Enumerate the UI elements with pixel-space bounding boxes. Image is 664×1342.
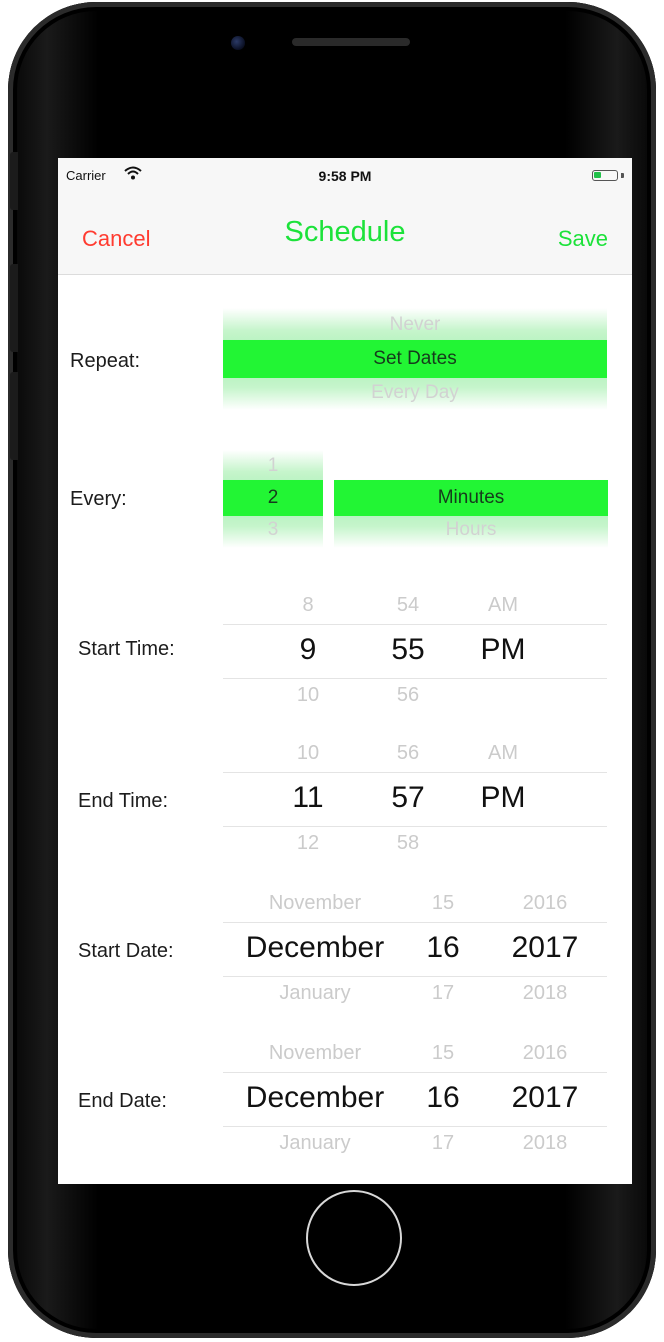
battery-level: [594, 172, 601, 178]
start-date-label: Start Date:: [78, 940, 174, 962]
end-month-below[interactable]: January: [227, 1132, 403, 1155]
status-bar: Carrier 9:58 PM: [58, 158, 632, 198]
repeat-option-selected[interactable]: Set Dates: [223, 340, 607, 378]
end-year-below[interactable]: 2018: [495, 1132, 595, 1155]
start-time-picker[interactable]: 8 9 10 54 55 56 AM PM: [223, 588, 607, 712]
front-camera: [231, 36, 245, 50]
every-number-above[interactable]: 1: [223, 454, 323, 478]
end-time-label: End Time:: [78, 790, 169, 812]
every-number-picker[interactable]: 1 2 3: [223, 450, 323, 548]
end-year-selected[interactable]: 2017: [495, 1081, 595, 1115]
end-date-picker[interactable]: November December January 15 16 17 2016 …: [223, 1036, 607, 1160]
end-day-below[interactable]: 17: [413, 1132, 473, 1155]
start-day-selected[interactable]: 16: [413, 931, 473, 965]
start-date-picker[interactable]: November December January 15 16 17 2016 …: [223, 886, 607, 1010]
repeat-label: Repeat:: [70, 350, 141, 372]
start-period-above[interactable]: AM: [463, 594, 543, 617]
selection-line-top: [223, 922, 607, 923]
selection-line-top: [223, 624, 607, 625]
end-time-picker[interactable]: 10 11 12 56 57 58 AM PM: [223, 736, 607, 860]
end-minute-selected[interactable]: 57: [373, 781, 443, 815]
end-day-above[interactable]: 15: [413, 1042, 473, 1065]
end-day-selected[interactable]: 16: [413, 1081, 473, 1115]
battery-icon: [592, 170, 618, 181]
end-minute-above[interactable]: 56: [373, 742, 443, 765]
every-unit-selected[interactable]: Minutes: [334, 480, 608, 516]
repeat-option-below[interactable]: Every Day: [223, 380, 607, 406]
end-year-above[interactable]: 2016: [495, 1042, 595, 1065]
end-hour-selected[interactable]: 11: [273, 781, 343, 815]
selection-line-bottom: [223, 826, 607, 827]
selection-line-bottom: [223, 678, 607, 679]
battery-cap: [621, 173, 624, 178]
start-hour-above[interactable]: 8: [273, 594, 343, 617]
end-date-label: End Date:: [78, 1090, 167, 1112]
start-period-selected[interactable]: PM: [463, 633, 543, 667]
app-screen: Carrier 9:58 PM Cancel Schedule Save Rep…: [58, 158, 632, 1184]
repeat-picker[interactable]: Never Set Dates Every Day: [223, 308, 607, 410]
home-button[interactable]: [306, 1190, 402, 1286]
every-unit-picker[interactable]: Minutes Hours: [334, 450, 608, 548]
end-hour-below[interactable]: 12: [273, 832, 343, 855]
selection-line-bottom: [223, 1126, 607, 1127]
start-day-above[interactable]: 15: [413, 892, 473, 915]
start-year-above[interactable]: 2016: [495, 892, 595, 915]
start-year-below[interactable]: 2018: [495, 982, 595, 1005]
end-period-above[interactable]: AM: [463, 742, 543, 765]
start-minute-above[interactable]: 54: [373, 594, 443, 617]
page-title: Schedule: [284, 216, 406, 248]
end-hour-above[interactable]: 10: [273, 742, 343, 765]
selection-line-top: [223, 772, 607, 773]
volume-up-button: [10, 264, 18, 352]
start-month-above[interactable]: November: [227, 892, 403, 915]
start-month-selected[interactable]: December: [227, 931, 403, 965]
start-minute-below[interactable]: 56: [373, 684, 443, 707]
end-period-selected[interactable]: PM: [463, 781, 543, 815]
every-number-below[interactable]: 3: [223, 518, 323, 542]
start-minute-selected[interactable]: 55: [373, 633, 443, 667]
start-day-below[interactable]: 17: [413, 982, 473, 1005]
end-month-above[interactable]: November: [227, 1042, 403, 1065]
repeat-option-above[interactable]: Never: [223, 312, 607, 338]
every-number-selected[interactable]: 2: [223, 480, 323, 516]
navigation-bar: Cancel Schedule Save: [58, 198, 632, 275]
selection-line-top: [223, 1072, 607, 1073]
selection-line-bottom: [223, 976, 607, 977]
start-month-below[interactable]: January: [227, 982, 403, 1005]
save-button[interactable]: Save: [558, 226, 608, 252]
start-hour-below[interactable]: 10: [273, 684, 343, 707]
end-month-selected[interactable]: December: [227, 1081, 403, 1115]
volume-down-button: [10, 372, 18, 460]
status-time: 9:58 PM: [318, 168, 372, 184]
earpiece-speaker: [292, 38, 410, 46]
end-minute-below[interactable]: 58: [373, 832, 443, 855]
mute-switch: [10, 152, 18, 210]
every-unit-below[interactable]: Hours: [334, 518, 608, 542]
start-time-label: Start Time:: [78, 638, 175, 660]
every-label: Every:: [70, 488, 127, 510]
start-hour-selected[interactable]: 9: [273, 633, 343, 667]
start-year-selected[interactable]: 2017: [495, 931, 595, 965]
